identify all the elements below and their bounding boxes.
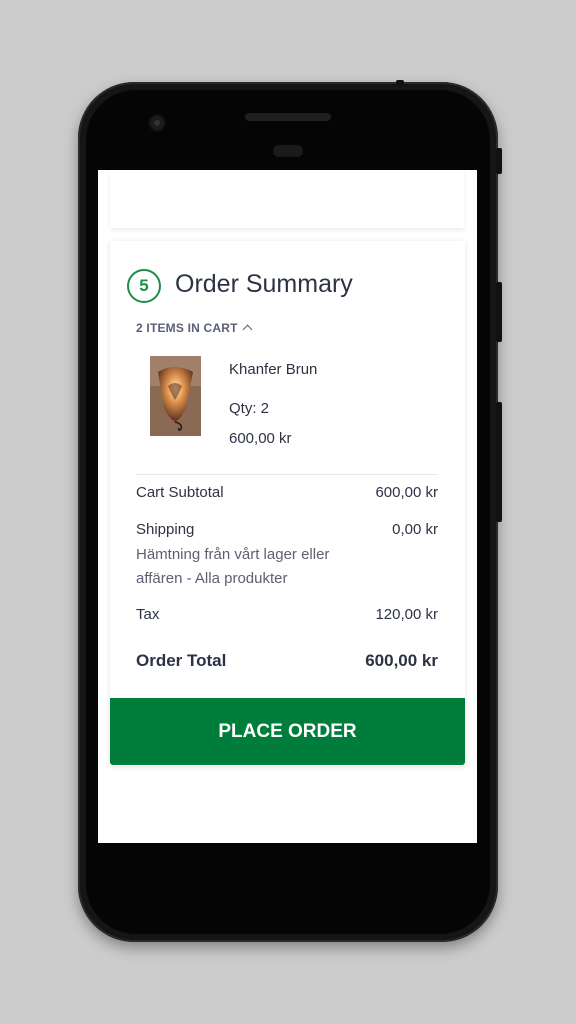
side-button: [496, 148, 502, 174]
tax-label: Tax: [136, 606, 160, 623]
earpiece-speaker: [245, 113, 331, 121]
items-in-cart-label: 2 ITEMS IN CART: [136, 321, 238, 335]
product-price: 600,00 kr: [229, 430, 292, 447]
subtotal-label: Cart Subtotal: [136, 484, 224, 501]
shipping-label: Shipping: [136, 521, 195, 538]
proximity-sensor: [273, 145, 303, 157]
order-total-value: 600,00 kr: [365, 651, 438, 670]
order-total-label: Order Total: [136, 651, 227, 670]
section-title: Order Summary: [175, 270, 353, 298]
product-quantity: Qty: 2: [229, 400, 270, 417]
tax-value: 120,00 kr: [375, 606, 438, 623]
product-thumbnail: [150, 356, 201, 436]
front-camera: [150, 116, 164, 130]
divider: [136, 474, 438, 475]
items-in-cart-toggle[interactable]: 2 ITEMS IN CART: [136, 321, 253, 335]
volume-button: [496, 402, 502, 522]
power-button: [496, 282, 502, 342]
place-order-button[interactable]: PLACE ORDER: [110, 698, 465, 765]
subtotal-value: 600,00 kr: [375, 484, 438, 501]
product-name: Khanfer Brun: [229, 361, 318, 378]
app-screen: 5 Order Summary 2 ITEMS IN CART Khanfer …: [98, 170, 477, 843]
shipping-method: Hämtning från vårt lager eller affären -…: [136, 546, 330, 587]
previous-step-card: [110, 170, 464, 228]
order-summary-card: 5 Order Summary 2 ITEMS IN CART Khanfer …: [110, 241, 465, 766]
top-button: [396, 80, 404, 86]
shipping-value: 0,00 kr: [392, 521, 438, 538]
chevron-up-icon: [242, 324, 253, 335]
step-number-badge: 5: [127, 269, 161, 303]
